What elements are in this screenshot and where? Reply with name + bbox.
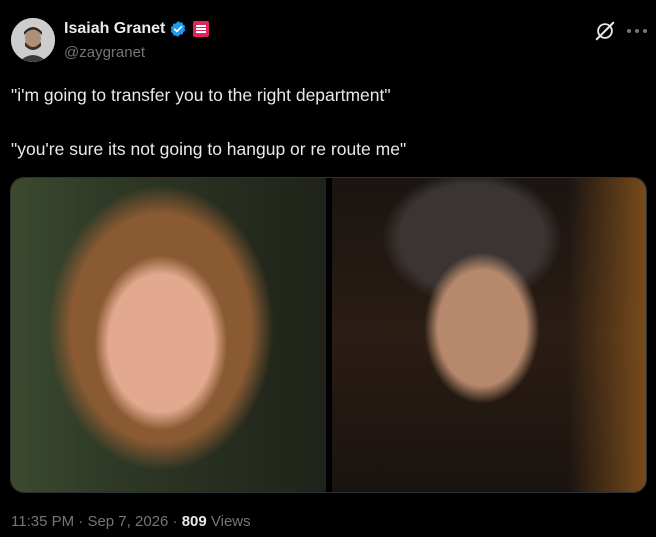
- meta-separator: ·: [78, 513, 84, 530]
- tweet-time[interactable]: 11:35 PM: [11, 513, 74, 530]
- tweet-text-line-2: "you're sure its not going to hangup or …: [11, 139, 407, 159]
- more-horizontal-icon[interactable]: [627, 20, 647, 42]
- media-grid: [10, 177, 647, 493]
- verified-badge-icon: [171, 21, 186, 37]
- meta-separator-2: ·: [172, 513, 178, 530]
- tweet-metadata: 11:35 PM · Sep 7, 2026 · 809 Views: [11, 513, 251, 530]
- author-name-row: Isaiah Granet: [64, 18, 210, 40]
- avatar[interactable]: [11, 18, 55, 62]
- avatar-image: [11, 18, 55, 62]
- media-photo-right[interactable]: [332, 178, 646, 492]
- views-label: Views: [210, 513, 251, 530]
- grok-icon[interactable]: [594, 20, 616, 42]
- tweet-card: Isaiah Granet @zaygranet "i'm going to t…: [0, 0, 656, 537]
- views-count: 809: [181, 513, 207, 530]
- author-display-name[interactable]: Isaiah Granet: [64, 20, 165, 38]
- author-handle[interactable]: @zaygranet: [64, 44, 145, 61]
- tweet-date[interactable]: Sep 7, 2026: [87, 513, 168, 530]
- media-photo-left[interactable]: [11, 178, 326, 492]
- affiliation-badge-icon[interactable]: [193, 21, 210, 37]
- tweet-text-line-1: "i'm going to transfer you to the right …: [11, 85, 391, 105]
